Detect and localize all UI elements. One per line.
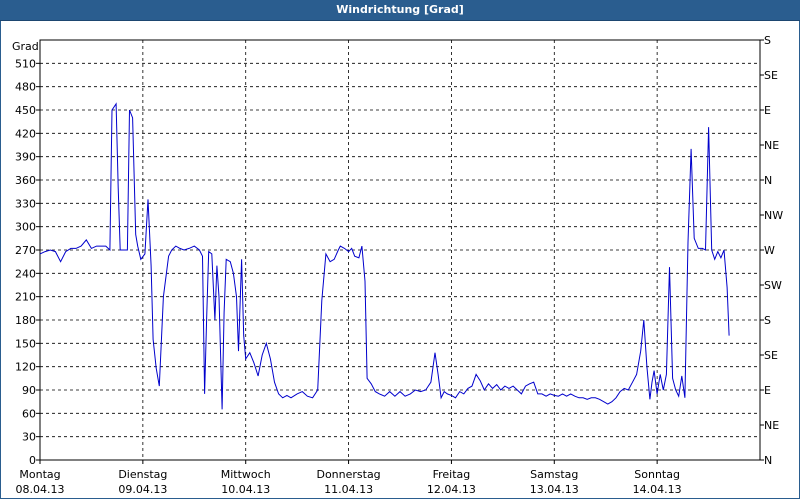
y-axis-label: Grad — [12, 40, 39, 53]
x-tick-date: 09.04.13 — [118, 483, 167, 496]
right-axis-ticks: N NE E SE S SW W NW N NE E SE S — [760, 34, 783, 467]
y-tick-label: 270 — [15, 244, 36, 257]
x-tick-date: 13.04.13 — [530, 483, 579, 496]
right-tick-label: SE — [764, 349, 778, 362]
y-tick-label: 180 — [15, 314, 36, 327]
right-tick-label: NW — [764, 209, 783, 222]
x-tick-day: Donnerstag — [316, 468, 380, 481]
left-axis-ticks: 0 30 60 90 120 150 180 210 240 270 300 330 360 390 420… — [15, 57, 40, 467]
y-tick-label: 510 — [15, 57, 36, 70]
y-tick-label: 210 — [15, 291, 36, 304]
y-tick-label: 420 — [15, 127, 36, 140]
x-tick-day: Freitag — [433, 468, 471, 481]
x-tick-date: 08.04.13 — [16, 483, 65, 496]
y-tick-label: 450 — [15, 104, 36, 117]
y-tick-label: 240 — [15, 267, 36, 280]
x-tick-date: 11.04.13 — [324, 483, 373, 496]
y-tick-label: 0 — [29, 454, 36, 467]
y-tick-label: 360 — [15, 174, 36, 187]
wind-direction-chart: 0 30 60 90 120 150 180 210 240 270 300 330 360 390 420… — [12, 34, 783, 496]
x-tick-day: Samstag — [530, 468, 578, 481]
right-tick-label: N — [764, 174, 772, 187]
x-tick-day: Dienstag — [118, 468, 167, 481]
x-tick-day: Montag — [19, 468, 60, 481]
y-tick-label: 120 — [15, 361, 36, 374]
x-tick-date: 10.04.13 — [221, 483, 270, 496]
y-tick-label: 60 — [22, 407, 36, 420]
x-tick-day: Mittwoch — [221, 468, 271, 481]
right-tick-label: E — [764, 104, 771, 117]
right-tick-label: SW — [764, 279, 782, 292]
y-tick-label: 390 — [15, 151, 36, 164]
y-tick-label: 330 — [15, 197, 36, 210]
y-tick-label: 90 — [22, 384, 36, 397]
y-tick-label: 300 — [15, 221, 36, 234]
right-tick-label: NE — [764, 419, 779, 432]
right-tick-label: SE — [764, 69, 778, 82]
x-axis-ticks: Montag 08.04.13 Dienstag 09.04.13 Mittwoch 10… — [16, 460, 682, 496]
x-tick-day: Sonntag — [634, 468, 680, 481]
right-tick-label: NE — [764, 139, 779, 152]
right-tick-label: W — [764, 244, 775, 257]
right-tick-label: S — [764, 314, 771, 327]
right-tick-label: N — [764, 454, 772, 467]
y-tick-label: 30 — [22, 431, 36, 444]
right-tick-label: S — [764, 34, 771, 47]
right-tick-label: E — [764, 384, 771, 397]
y-tick-label: 150 — [15, 337, 36, 350]
x-tick-date: 12.04.13 — [427, 483, 476, 496]
y-tick-label: 480 — [15, 81, 36, 94]
x-tick-date: 14.04.13 — [633, 483, 682, 496]
